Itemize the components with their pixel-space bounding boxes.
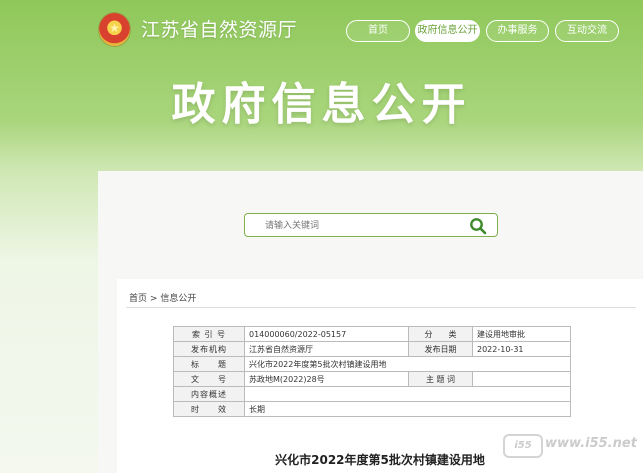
nav-interaction[interactable]: 互动交流 — [555, 20, 619, 42]
summary-label: 内容概述 — [173, 386, 245, 402]
category-value: 建设用地审批 — [472, 326, 571, 342]
search-icon[interactable] — [469, 217, 487, 235]
top-nav: 首页 政府信息公开 办事服务 互动交流 — [0, 20, 643, 42]
search-box — [244, 213, 498, 237]
date-value: 2022-10-31 — [472, 341, 571, 357]
title-value: 兴化市2022年度第5批次村镇建设用地 — [244, 356, 571, 372]
breadcrumb-current[interactable]: 信息公开 — [160, 294, 196, 304]
summary-value — [244, 386, 571, 402]
table-row: 内容概述 — [173, 386, 571, 402]
date-label: 发布日期 — [408, 341, 473, 357]
nav-services[interactable]: 办事服务 — [486, 20, 549, 42]
table-row: 索 引 号 014000060/2022-05157 分 类 建设用地审批 — [173, 326, 571, 342]
validity-label: 时 效 — [173, 401, 245, 417]
table-row: 发布机构 江苏省自然资源厅 发布日期 2022-10-31 — [173, 341, 571, 357]
docno-label: 文 号 — [173, 371, 245, 387]
breadcrumb-home[interactable]: 首页 — [129, 294, 147, 304]
table-row: 标 题 兴化市2022年度第5批次村镇建设用地 — [173, 356, 571, 372]
category-label: 分 类 — [408, 326, 473, 342]
subject-value — [472, 371, 571, 387]
info-table: 索 引 号 014000060/2022-05157 分 类 建设用地审批 发布… — [173, 326, 571, 417]
breadcrumb: 首页 > 信息公开 — [129, 291, 196, 304]
table-row: 时 效 长期 — [173, 401, 571, 417]
docno-value: 苏政地M(2022)28号 — [244, 371, 409, 387]
table-row: 文 号 苏政地M(2022)28号 主 题 词 — [173, 371, 571, 387]
divider — [126, 307, 636, 308]
watermark: i55 www.i55.net — [503, 432, 643, 458]
publisher-value: 江苏省自然资源厅 — [244, 341, 409, 357]
validity-value: 长期 — [244, 401, 571, 417]
subject-label: 主 题 词 — [408, 371, 473, 387]
banner-title: 政府信息公开 — [171, 79, 472, 130]
watermark-text: www.i55.net — [545, 436, 637, 451]
index-value: 014000060/2022-05157 — [244, 326, 409, 342]
title-label: 标 题 — [173, 356, 245, 372]
publisher-label: 发布机构 — [173, 341, 245, 357]
search-input[interactable] — [265, 214, 465, 236]
nav-home[interactable]: 首页 — [346, 20, 410, 42]
index-label: 索 引 号 — [173, 326, 245, 342]
breadcrumb-separator: > — [149, 294, 158, 304]
watermark-logo-icon: i55 — [503, 434, 543, 458]
nav-gov-info[interactable]: 政府信息公开 — [415, 20, 480, 42]
